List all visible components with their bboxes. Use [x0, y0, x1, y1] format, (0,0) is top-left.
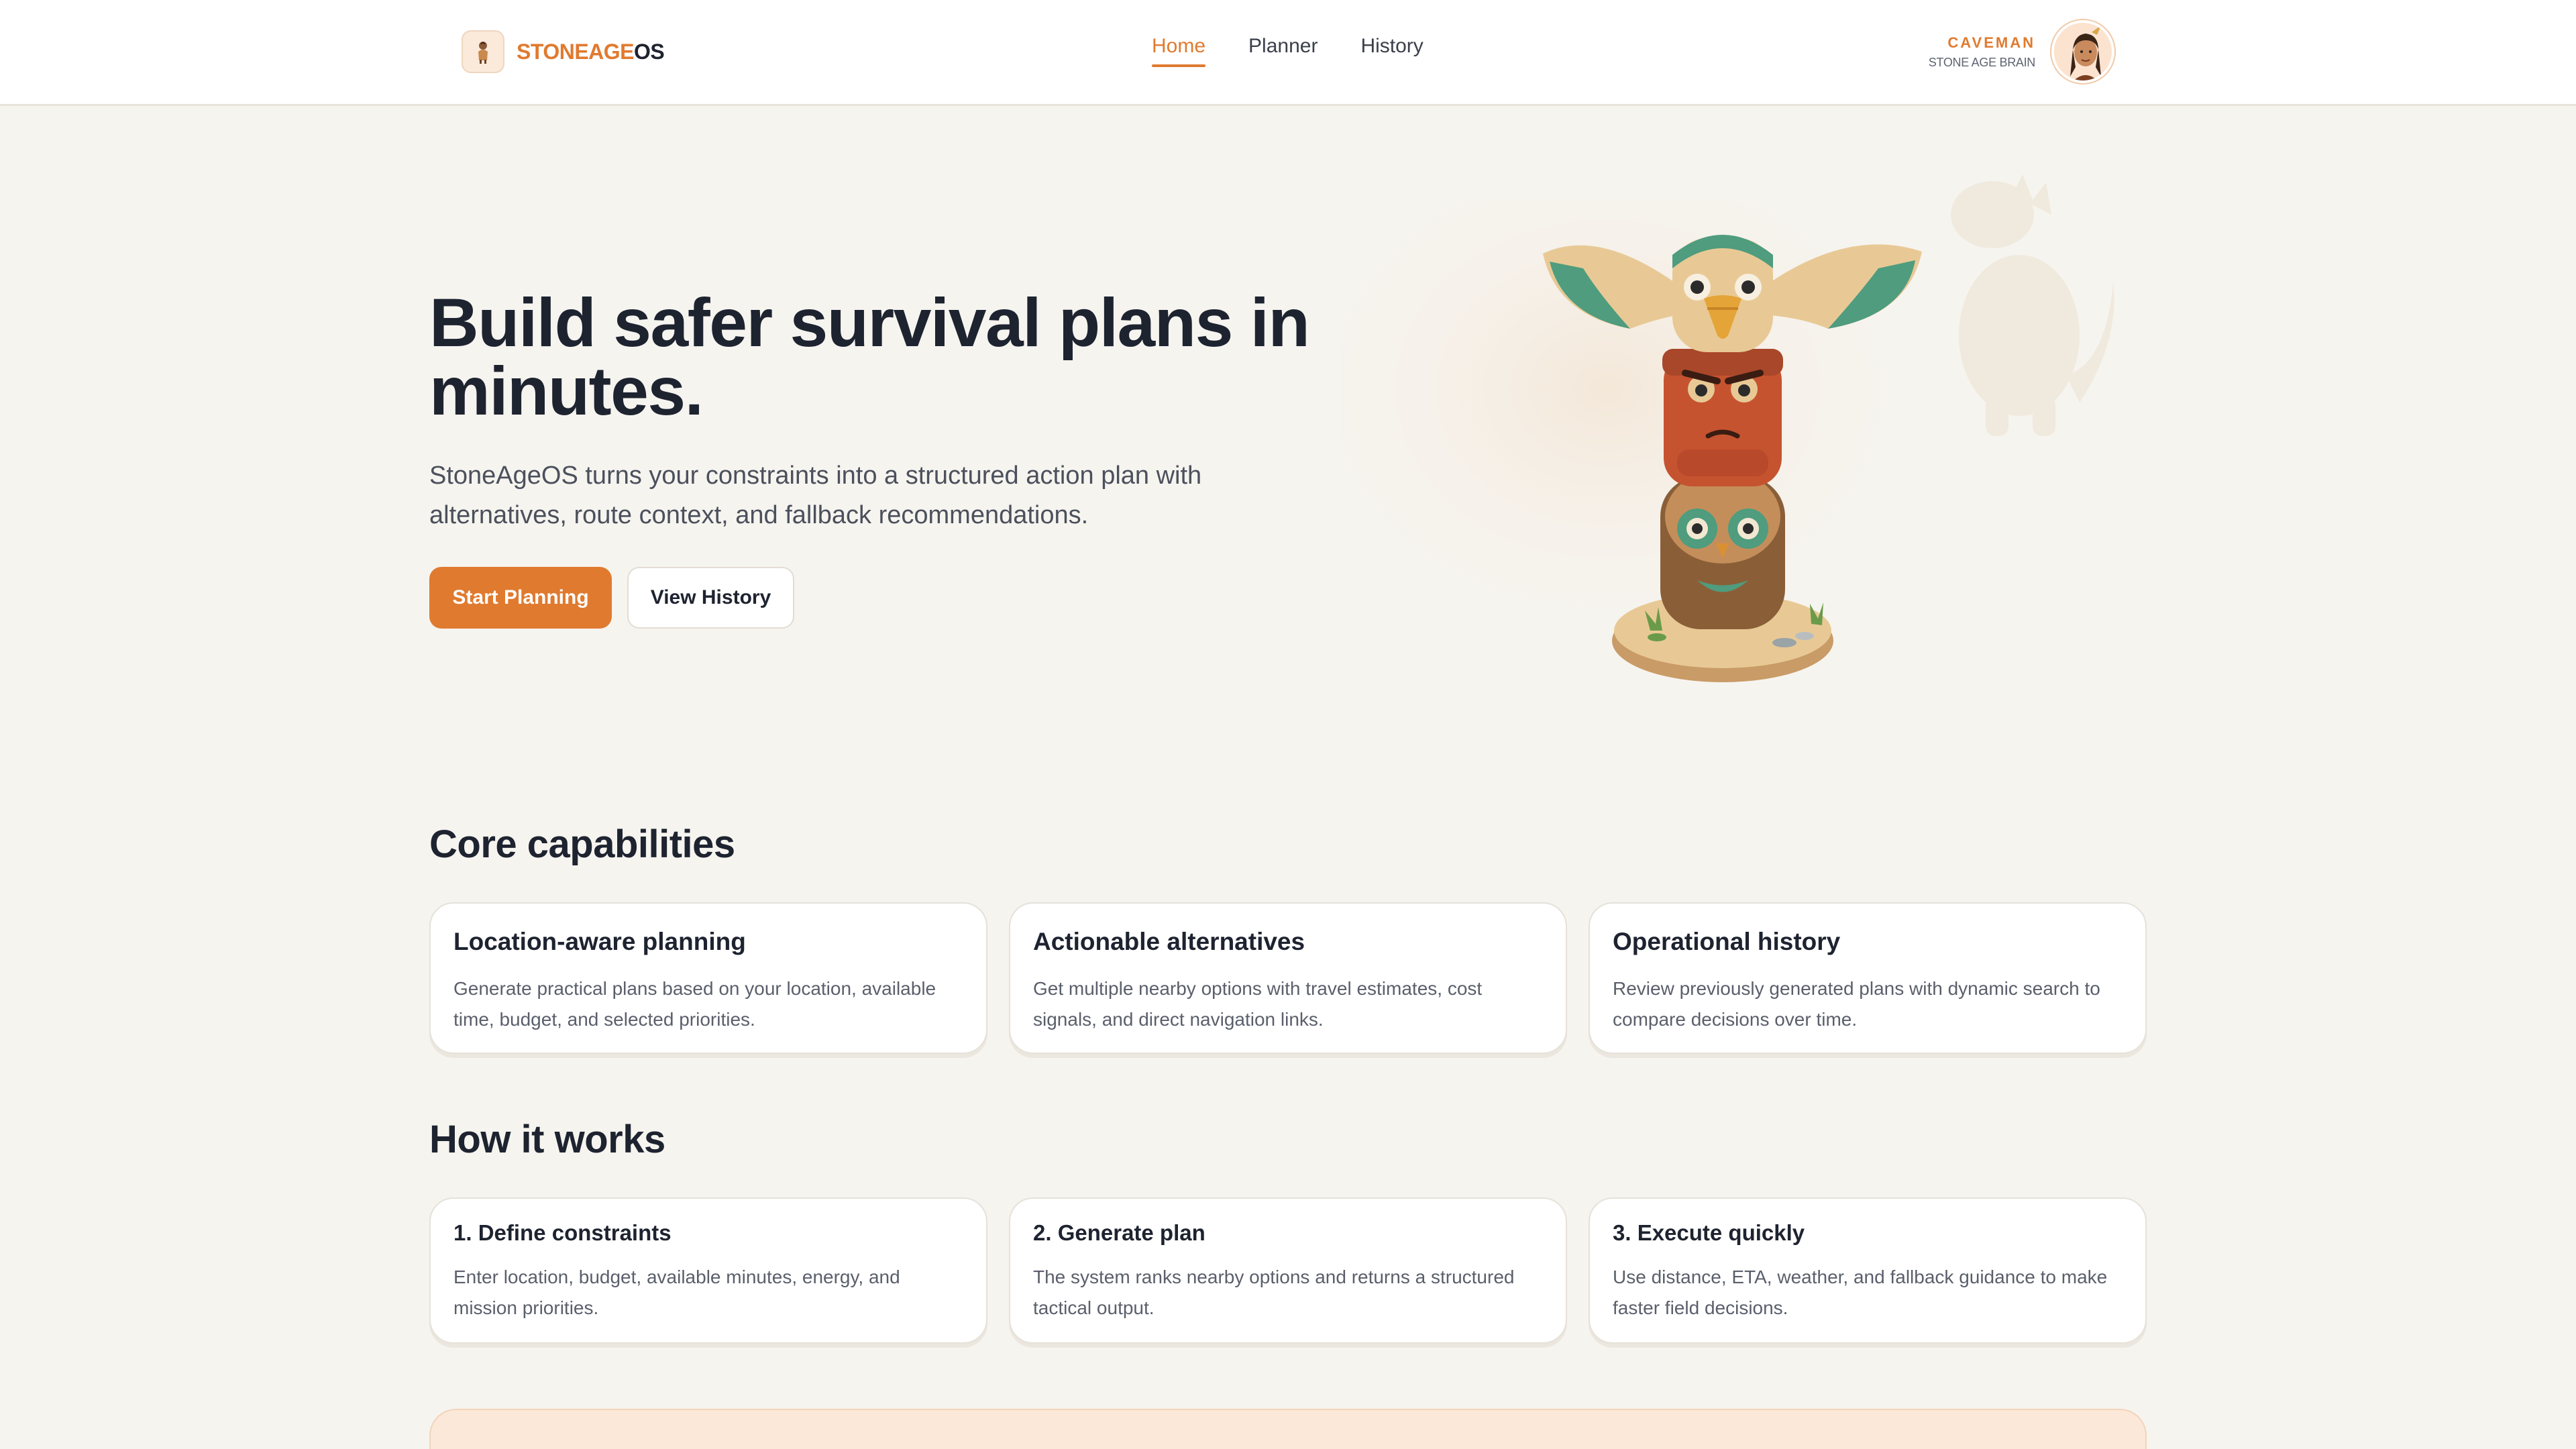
capability-card-title: Location-aware planning — [453, 928, 746, 955]
capability-card-title: Actionable alternatives — [1033, 928, 1305, 955]
hero-subtitle: StoneAgeOS turns your constraints into a… — [429, 462, 1202, 529]
capability-card-title: Operational history — [1613, 928, 1841, 955]
start-planning-button[interactable]: Start Planning — [429, 567, 612, 629]
step-card-title: 1. Define constraints — [453, 1220, 672, 1245]
top-navigation-bar: STONEAGEOS Home Planner History CAVEMAN … — [0, 0, 2576, 106]
step-card-define: 1. Define constraints Enter location, bu… — [429, 1197, 987, 1344]
brand-name-part-1: STONEAGE — [517, 39, 635, 64]
user-profile[interactable]: CAVEMAN STONE AGE BRAIN — [1929, 20, 2114, 83]
cta-banner — [429, 1409, 2147, 1449]
capability-card-desc: Review previously generated plans with d… — [1613, 978, 2100, 1030]
capability-card-desc: Get multiple nearby options with travel … — [1033, 978, 1483, 1030]
user-role: STONE AGE BRAIN — [1928, 55, 2036, 69]
step-card-execute: 3. Execute quickly Use distance, ETA, we… — [1589, 1197, 2147, 1344]
how-it-works-title: How it works — [429, 1118, 665, 1161]
step-card-desc: Use distance, ETA, weather, and fallback… — [1613, 1267, 2108, 1319]
step-card-desc: Enter location, budget, available minute… — [453, 1267, 900, 1319]
user-text: CAVEMAN STONE AGE BRAIN — [1928, 34, 2036, 70]
nav-planner[interactable]: Planner — [1248, 35, 1318, 67]
nav-home[interactable]: Home — [1152, 35, 1206, 67]
step-card-desc: The system ranks nearby options and retu… — [1033, 1267, 1515, 1319]
hero-title: Build safer survival plans in minutes. — [429, 284, 1310, 429]
user-name: CAVEMAN — [1947, 34, 2035, 51]
step-card-title: 2. Generate plan — [1033, 1220, 1205, 1245]
brand-name: STONEAGEOS — [517, 39, 665, 64]
dinosaur-illustration — [1951, 174, 2114, 436]
step-card-title: 3. Execute quickly — [1613, 1220, 1805, 1245]
capability-card-history: Operational history Review previously ge… — [1589, 902, 2147, 1054]
capability-card-desc: Generate practical plans based on your l… — [453, 978, 936, 1030]
capability-card-alternatives: Actionable alternatives Get multiple nea… — [1009, 902, 1567, 1054]
caveman-logo-icon — [462, 30, 504, 73]
capability-card-location: Location-aware planning Generate practic… — [429, 902, 987, 1054]
main-nav: Home Planner History — [1152, 35, 1424, 67]
caveman-avatar-icon[interactable] — [2051, 20, 2114, 83]
step-card-generate: 2. Generate plan The system ranks nearby… — [1009, 1197, 1567, 1344]
nav-history[interactable]: History — [1360, 35, 1423, 67]
view-history-button[interactable]: View History — [627, 567, 794, 629]
brand-name-part-2: OS — [634, 39, 665, 64]
totem-pole-illustration — [1342, 168, 2133, 704]
capabilities-title: Core capabilities — [429, 822, 735, 866]
brand[interactable]: STONEAGEOS — [462, 30, 665, 73]
